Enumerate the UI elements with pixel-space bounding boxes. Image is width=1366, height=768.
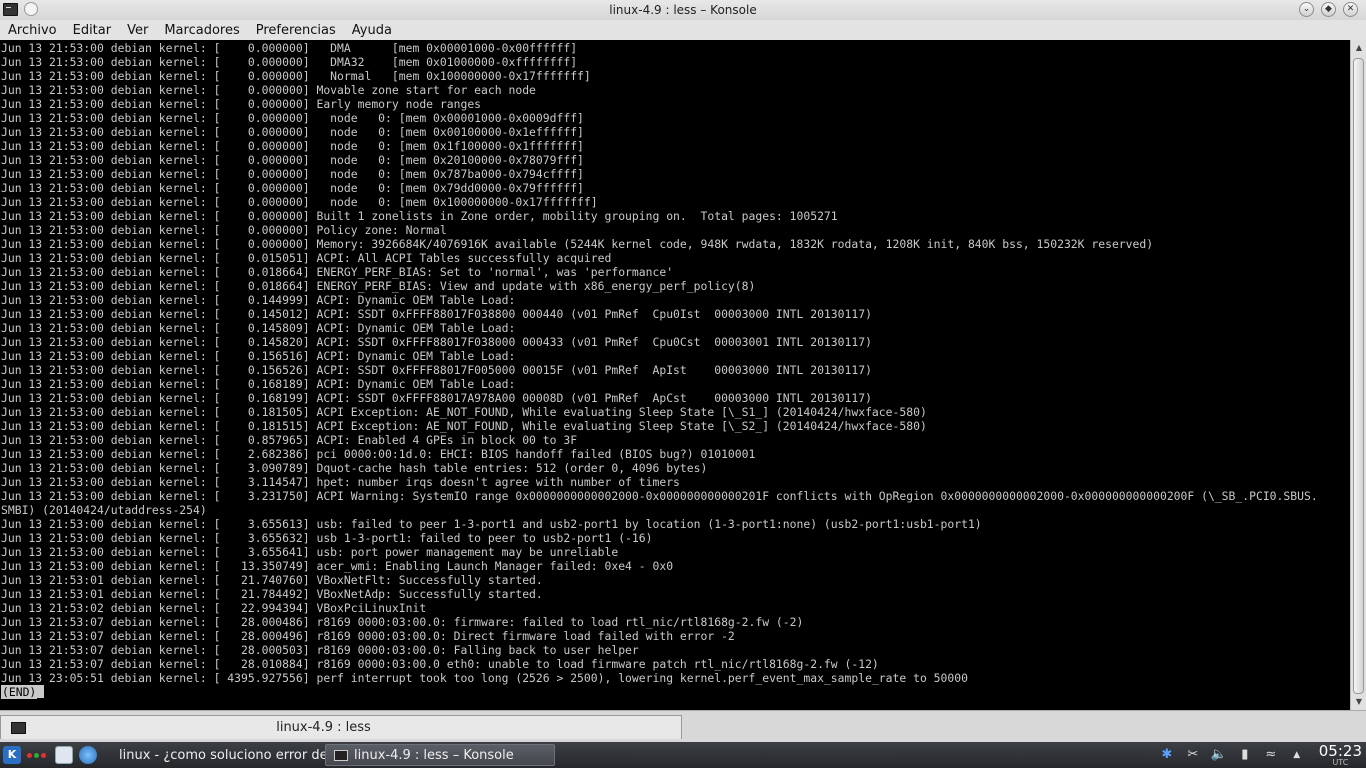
terminal-line: Jun 13 21:53:00 debian kernel: [ 3.65563… <box>1 531 653 545</box>
menu-ayuda[interactable]: Ayuda <box>352 23 392 38</box>
maximize-icon[interactable]: ◆ <box>1321 2 1336 17</box>
terminal-line: SMBI) (20140424/utaddress-254) <box>1 503 207 517</box>
terminal-line: Jun 13 21:53:00 debian kernel: [ 13.3507… <box>1 559 674 573</box>
terminal-scrollbar[interactable]: ▲ ▼ <box>1350 40 1366 710</box>
terminal-line: Jun 13 21:53:00 debian kernel: [ 0.00000… <box>1 181 584 195</box>
terminal-line: Jun 13 21:53:07 debian kernel: [ 28.0005… <box>1 643 639 657</box>
konsole-task-icon <box>334 749 348 761</box>
terminal-line: Jun 13 21:53:00 debian kernel: [ 0.18150… <box>1 405 927 419</box>
close-icon[interactable]: ✕ <box>1343 2 1358 17</box>
terminal-line: Jun 13 21:53:00 debian kernel: [ 0.14580… <box>1 321 516 335</box>
terminal-line: Jun 13 21:53:07 debian kernel: [ 28.0108… <box>1 657 879 671</box>
terminal-line: Jun 13 21:53:00 debian kernel: [ 0.00000… <box>1 209 838 223</box>
calendar-icon[interactable] <box>55 746 73 764</box>
terminal-line: Jun 13 21:53:01 debian kernel: [ 21.7407… <box>1 573 543 587</box>
window-title: linux-4.9 : less – Konsole <box>609 3 757 17</box>
menu-preferencias[interactable]: Preferencias <box>256 23 336 38</box>
terminal-line: Jun 13 21:53:00 debian kernel: [ 2.68238… <box>1 447 756 461</box>
menu-archivo[interactable]: Archivo <box>8 23 57 38</box>
battery-icon[interactable]: ▮ <box>1237 747 1253 763</box>
terminal-line: Jun 13 21:53:00 debian kernel: [ 0.00000… <box>1 237 1154 251</box>
menu-ver[interactable]: Ver <box>127 23 148 38</box>
terminal-line: Jun 13 21:53:00 debian kernel: [ 0.14499… <box>1 293 516 307</box>
terminal-line: Jun 13 21:53:00 debian kernel: [ 0.00000… <box>1 111 584 125</box>
terminal-output[interactable]: Jun 13 21:53:00 debian kernel: [ 0.00000… <box>0 40 1350 700</box>
bluetooth-icon[interactable]: ✱ <box>1159 747 1175 763</box>
terminal-line: Jun 13 21:53:00 debian kernel: [ 0.00000… <box>1 41 578 55</box>
wifi-icon[interactable]: ≈ <box>1263 747 1279 763</box>
terminal-line: Jun 13 21:53:00 debian kernel: [ 0.00000… <box>1 55 578 69</box>
task-konsole[interactable]: linux-4.9 : less – Konsole <box>325 744 555 766</box>
terminal-line: Jun 13 21:53:00 debian kernel: [ 0.16818… <box>1 377 516 391</box>
terminal-line: Jun 13 21:53:02 debian kernel: [ 22.9943… <box>1 601 427 615</box>
terminal-line: Jun 13 21:53:00 debian kernel: [ 0.00000… <box>1 69 591 83</box>
scrollbar-thumb[interactable] <box>1353 58 1364 694</box>
activities-icon[interactable] <box>27 746 49 764</box>
terminal-line: Jun 13 21:53:00 debian kernel: [ 0.18151… <box>1 419 927 433</box>
terminal-line: Jun 13 21:53:00 debian kernel: [ 0.01866… <box>1 265 674 279</box>
terminal-line: Jun 13 21:53:00 debian kernel: [ 0.00000… <box>1 195 598 209</box>
terminal-line: Jun 13 21:53:00 debian kernel: [ 3.09078… <box>1 461 708 475</box>
chevron-down-icon[interactable]: ⌄ <box>1299 2 1314 17</box>
terminal-line: Jun 13 21:53:07 debian kernel: [ 28.0004… <box>1 629 735 643</box>
terminal-line: Jun 13 21:53:00 debian kernel: [ 0.00000… <box>1 223 447 237</box>
menu-editar[interactable]: Editar <box>73 23 112 38</box>
terminal-line: Jun 13 21:53:00 debian kernel: [ 0.00000… <box>1 153 584 167</box>
end-marker: (END) <box>1 685 38 699</box>
tab-bar: linux-4.9 : less <box>0 710 1366 742</box>
tray-expand-icon[interactable]: ▲ <box>1289 747 1305 763</box>
task-firefox-label: linux - ¿como soluciono error de <box>119 747 325 763</box>
tab-label: linux-4.9 : less <box>276 720 371 735</box>
terminal-line: Jun 13 21:53:00 debian kernel: [ 0.00000… <box>1 125 584 139</box>
terminal-line: Jun 13 21:53:00 debian kernel: [ 0.85796… <box>1 433 578 447</box>
terminal-tab-icon <box>11 721 26 734</box>
tab-linux-less[interactable]: linux-4.9 : less <box>0 715 682 739</box>
terminal-line: Jun 13 21:53:00 debian kernel: [ 0.14582… <box>1 335 872 349</box>
menu-bar: Archivo Editar Ver Marcadores Preferenci… <box>0 20 1366 40</box>
terminal-line: Jun 13 21:53:00 debian kernel: [ 0.16819… <box>1 391 872 405</box>
terminal-line: Jun 13 21:53:00 debian kernel: [ 3.23175… <box>1 489 1318 503</box>
terminal-cursor <box>37 685 45 698</box>
terminal-line: Jun 13 21:53:00 debian kernel: [ 0.00000… <box>1 83 536 97</box>
terminal-line: Jun 13 21:53:00 debian kernel: [ 0.15652… <box>1 363 872 377</box>
terminal-line: Jun 13 21:53:01 debian kernel: [ 21.7844… <box>1 587 543 601</box>
terminal-line: Jun 13 21:53:00 debian kernel: [ 3.11454… <box>1 475 680 489</box>
pin-icon[interactable] <box>24 2 38 16</box>
terminal-line: Jun 13 21:53:00 debian kernel: [ 0.14501… <box>1 307 872 321</box>
terminal-line: Jun 13 21:53:00 debian kernel: [ 3.65564… <box>1 545 619 559</box>
clock[interactable]: 05:23 UTC <box>1318 741 1362 767</box>
terminal-line: Jun 13 21:53:00 debian kernel: [ 0.01505… <box>1 251 612 265</box>
konsole-icon[interactable] <box>3 2 18 16</box>
clock-time: 05:23 <box>1318 741 1362 760</box>
terminal-line: Jun 13 21:53:07 debian kernel: [ 28.0004… <box>1 615 804 629</box>
menu-marcadores[interactable]: Marcadores <box>164 23 239 38</box>
clock-timezone: UTC <box>1332 757 1349 767</box>
k-menu-icon[interactable]: K <box>3 746 21 764</box>
terminal-end-line: (END) <box>1 685 1350 699</box>
terminal-line: Jun 13 21:53:00 debian kernel: [ 0.15651… <box>1 349 516 363</box>
window-titlebar[interactable]: linux-4.9 : less – Konsole ⌄ ◆ ✕ <box>0 0 1366 20</box>
task-firefox[interactable]: linux - ¿como soluciono error de <box>105 744 325 766</box>
terminal-line: Jun 13 23:05:51 debian kernel: [ 4395.92… <box>1 671 968 685</box>
terminal-line: Jun 13 21:53:00 debian kernel: [ 3.65561… <box>1 517 982 531</box>
terminal-line: Jun 13 21:53:00 debian kernel: [ 0.01866… <box>1 279 756 293</box>
terminal-line: Jun 13 21:53:00 debian kernel: [ 0.00000… <box>1 139 584 153</box>
settings-icon[interactable] <box>79 746 97 764</box>
terminal-line: Jun 13 21:53:00 debian kernel: [ 0.00000… <box>1 167 584 181</box>
volume-icon[interactable]: 🔈 <box>1211 747 1227 763</box>
task-konsole-label: linux-4.9 : less – Konsole <box>354 747 514 763</box>
taskbar: K linux - ¿como soluciono error de linux… <box>0 742 1366 768</box>
scroll-down-icon[interactable]: ▼ <box>1353 696 1365 708</box>
scroll-up-icon[interactable]: ▲ <box>1353 42 1365 54</box>
terminal-line: Jun 13 21:53:00 debian kernel: [ 0.00000… <box>1 97 482 111</box>
scissors-icon[interactable]: ✂ <box>1185 747 1201 763</box>
system-tray: ✱ ✂ 🔈 ▮ ≈ ▲ 05:23 UTC <box>1159 741 1366 767</box>
